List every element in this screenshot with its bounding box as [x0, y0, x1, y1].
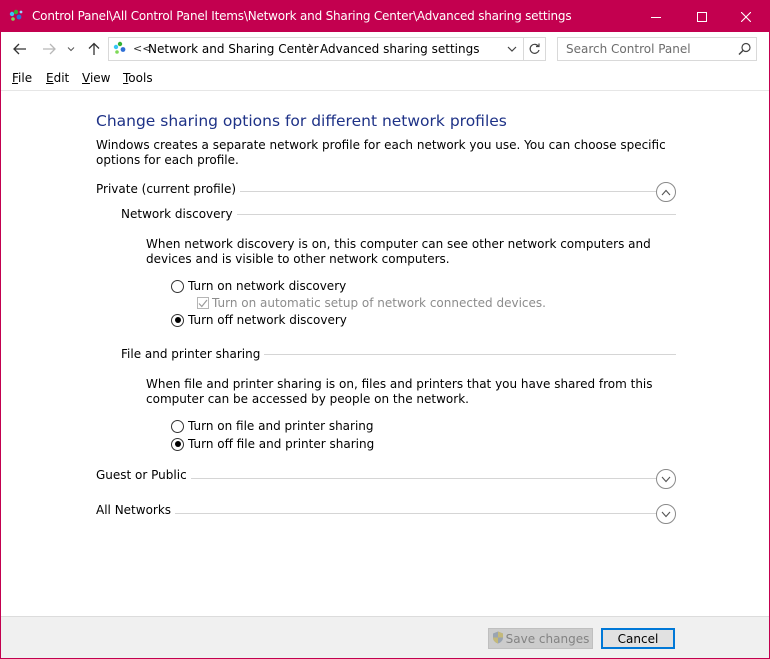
menu-view[interactable]: View [82, 71, 110, 85]
maximize-button[interactable] [679, 1, 725, 32]
cancel-button[interactable]: Cancel [601, 628, 675, 649]
checkmark-icon[interactable] [197, 297, 209, 309]
page-intro: Windows creates a separate network profi… [96, 138, 666, 167]
search-icon[interactable] [738, 42, 752, 59]
save-changes-label: Save changes [505, 631, 590, 646]
close-button[interactable] [723, 1, 769, 32]
breadcrumb-network-and-sharing-center[interactable]: Network and Sharing Center [148, 42, 319, 56]
dialog-button-bar: Save changes Cancel [1, 616, 769, 658]
expand-chevron-down-icon[interactable] [656, 504, 676, 524]
window: Control Panel\All Control Panel Items\Ne… [0, 0, 770, 659]
address-bar[interactable]: << Network and Sharing Center Advanced s… [108, 37, 524, 61]
minimize-button[interactable] [633, 1, 679, 32]
section-all-networks-label[interactable]: All Networks [96, 503, 176, 517]
menu-file[interactable]: File [12, 71, 32, 85]
save-changes-button[interactable]: Save changes [488, 628, 593, 649]
menu-tools[interactable]: Tools [123, 71, 153, 85]
network-discovery-label: Network discovery [121, 207, 237, 221]
radio-button-selected[interactable] [171, 313, 184, 327]
radio-turn-on-file-printer-sharing[interactable]: Turn on file and printer sharing [171, 418, 374, 434]
breadcrumb-advanced-sharing-settings[interactable]: Advanced sharing settings [320, 42, 479, 56]
page-title: Change sharing options for different net… [96, 112, 507, 130]
checkbox-automatic-setup[interactable]: Turn on automatic setup of network conne… [197, 295, 546, 311]
radio-turn-off-network-discovery[interactable]: Turn off network discovery [171, 312, 347, 328]
up-arrow-icon[interactable] [84, 40, 104, 58]
back-arrow-icon[interactable] [10, 40, 30, 58]
menu-bar: File Edit View Tools [1, 66, 769, 91]
expand-chevron-down-icon[interactable] [656, 469, 676, 489]
menu-edit[interactable]: Edit [46, 71, 69, 85]
section-guest-public-label[interactable]: Guest or Public [96, 468, 191, 482]
address-dropdown-chevron-icon[interactable] [507, 43, 517, 58]
collapse-chevron-up-icon[interactable] [656, 182, 676, 202]
recent-locations-chevron-icon[interactable] [64, 40, 78, 58]
network-discovery-description: When network discovery is on, this compu… [146, 237, 651, 266]
search-box [557, 37, 757, 61]
search-input[interactable] [558, 38, 734, 60]
title-bar[interactable]: Control Panel\All Control Panel Items\Ne… [1, 1, 769, 32]
file-printer-sharing-label: File and printer sharing [121, 347, 265, 361]
network-app-icon [9, 9, 25, 23]
refresh-icon[interactable] [524, 37, 546, 61]
radio-button-selected[interactable] [171, 437, 184, 451]
radio-button[interactable] [171, 419, 184, 433]
settings-content: Change sharing options for different net… [1, 91, 769, 616]
uac-shield-icon [492, 631, 504, 647]
radio-button[interactable] [171, 279, 184, 293]
radio-turn-on-network-discovery[interactable]: Turn on network discovery [171, 278, 346, 294]
network-icon [113, 41, 129, 58]
window-title: Control Panel\All Control Panel Items\Ne… [32, 9, 572, 23]
forward-arrow-icon[interactable] [39, 40, 59, 58]
section-private-label[interactable]: Private (current profile) [96, 182, 241, 196]
breadcrumb-separator-icon[interactable] [308, 42, 314, 55]
radio-turn-off-file-printer-sharing[interactable]: Turn off file and printer sharing [171, 436, 374, 452]
file-printer-sharing-description: When file and printer sharing is on, fil… [146, 377, 653, 406]
navigation-bar: << Network and Sharing Center Advanced s… [1, 32, 769, 66]
section-divider [96, 513, 656, 514]
